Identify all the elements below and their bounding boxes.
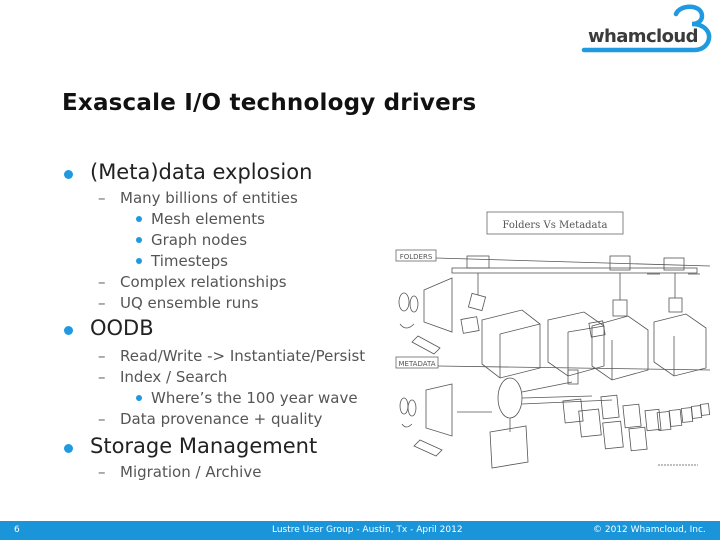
footer-bar: 6 Lustre User Group - Austin, Tx - April… [0,521,720,540]
whamcloud-logo: whamcloud [580,2,720,54]
folders-vs-metadata-sketch: Folders Vs Metadata FOLDERS METADATA [392,200,720,475]
bullet-level2: Index / Search [120,368,228,386]
bullet-dot [64,444,73,453]
dash-marker: – [98,368,106,386]
sketch-heading: Folders Vs Metadata [502,220,607,231]
logo-text: whamcloud [588,26,698,47]
bullet-level1: OODB [90,316,154,340]
page-number: 6 [14,525,20,535]
dash-marker: – [98,273,106,291]
dash-marker: – [98,347,106,365]
bullet-level1: (Meta)data explosion [90,160,313,184]
metadata-label: METADATA [398,360,435,368]
footer-copyright: © 2012 Whamcloud, Inc. [593,525,706,535]
bullet-level2: Read/Write -> Instantiate/Persist [120,347,366,365]
dash-marker: – [98,294,106,312]
bullet-dot [64,170,73,179]
dash-marker: – [98,463,106,481]
bullet-level2: Complex relationships [120,273,287,291]
bullet-dot [64,326,73,335]
bullet-level3: Graph nodes [151,231,248,249]
footer-event: Lustre User Group - Austin, Tx - April 2… [272,525,463,535]
bullet-level2: UQ ensemble runs [120,294,259,312]
bullet-level2: Data provenance + quality [120,410,323,428]
bullet-level2: Many billions of entities [120,189,298,207]
dash-marker: – [98,410,106,428]
bullet-dot [136,237,142,243]
bullet-level3: Where’s the 100 year wave [151,389,358,407]
folders-label: FOLDERS [400,253,433,261]
bullet-dot [136,216,142,222]
bullet-level3: Timesteps [151,252,228,270]
bullet-level1: Storage Management [90,434,318,458]
bullet-dot [136,395,142,401]
bullet-level3: Mesh elements [151,210,265,228]
dash-marker: – [98,189,106,207]
bullet-level2: Migration / Archive [120,463,262,481]
slide-title: Exascale I/O technology drivers [62,90,477,116]
bullet-dot [136,258,142,264]
sketch-drawing: Folders Vs Metadata FOLDERS METADATA [395,211,711,469]
